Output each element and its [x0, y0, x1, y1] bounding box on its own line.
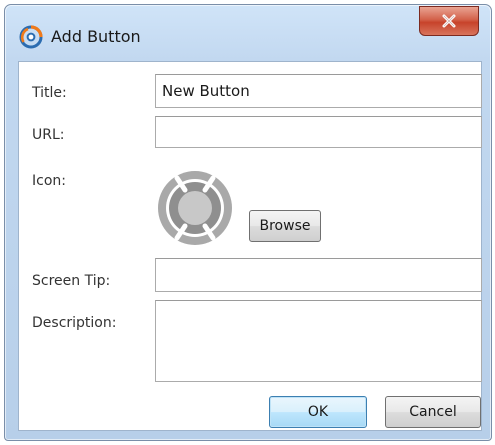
- close-icon: [442, 14, 456, 28]
- title-bar[interactable]: Add Button: [5, 5, 491, 61]
- description-label: Description:: [32, 315, 117, 331]
- add-button-dialog: Add Button Title: URL: Icon:: [4, 4, 492, 441]
- window-title: Add Button: [51, 27, 141, 46]
- title-label: Title:: [32, 85, 67, 101]
- title-input[interactable]: [155, 74, 482, 108]
- lifebuoy-icon: [158, 171, 232, 245]
- app-logo-icon: [19, 25, 43, 49]
- browse-button[interactable]: Browse: [249, 210, 321, 242]
- close-button[interactable]: [419, 6, 479, 36]
- cancel-button[interactable]: Cancel: [385, 396, 481, 428]
- icon-label: Icon:: [32, 173, 66, 189]
- screen-tip-input[interactable]: [155, 258, 482, 292]
- dialog-content: Title: URL: Icon: Browse Screen Tip: De: [18, 61, 482, 431]
- ok-button[interactable]: OK: [269, 396, 367, 428]
- screen-tip-label: Screen Tip:: [32, 273, 111, 289]
- description-textarea[interactable]: [155, 300, 482, 382]
- icon-preview: [155, 168, 235, 248]
- url-label: URL:: [32, 127, 65, 143]
- url-input[interactable]: [155, 116, 482, 148]
